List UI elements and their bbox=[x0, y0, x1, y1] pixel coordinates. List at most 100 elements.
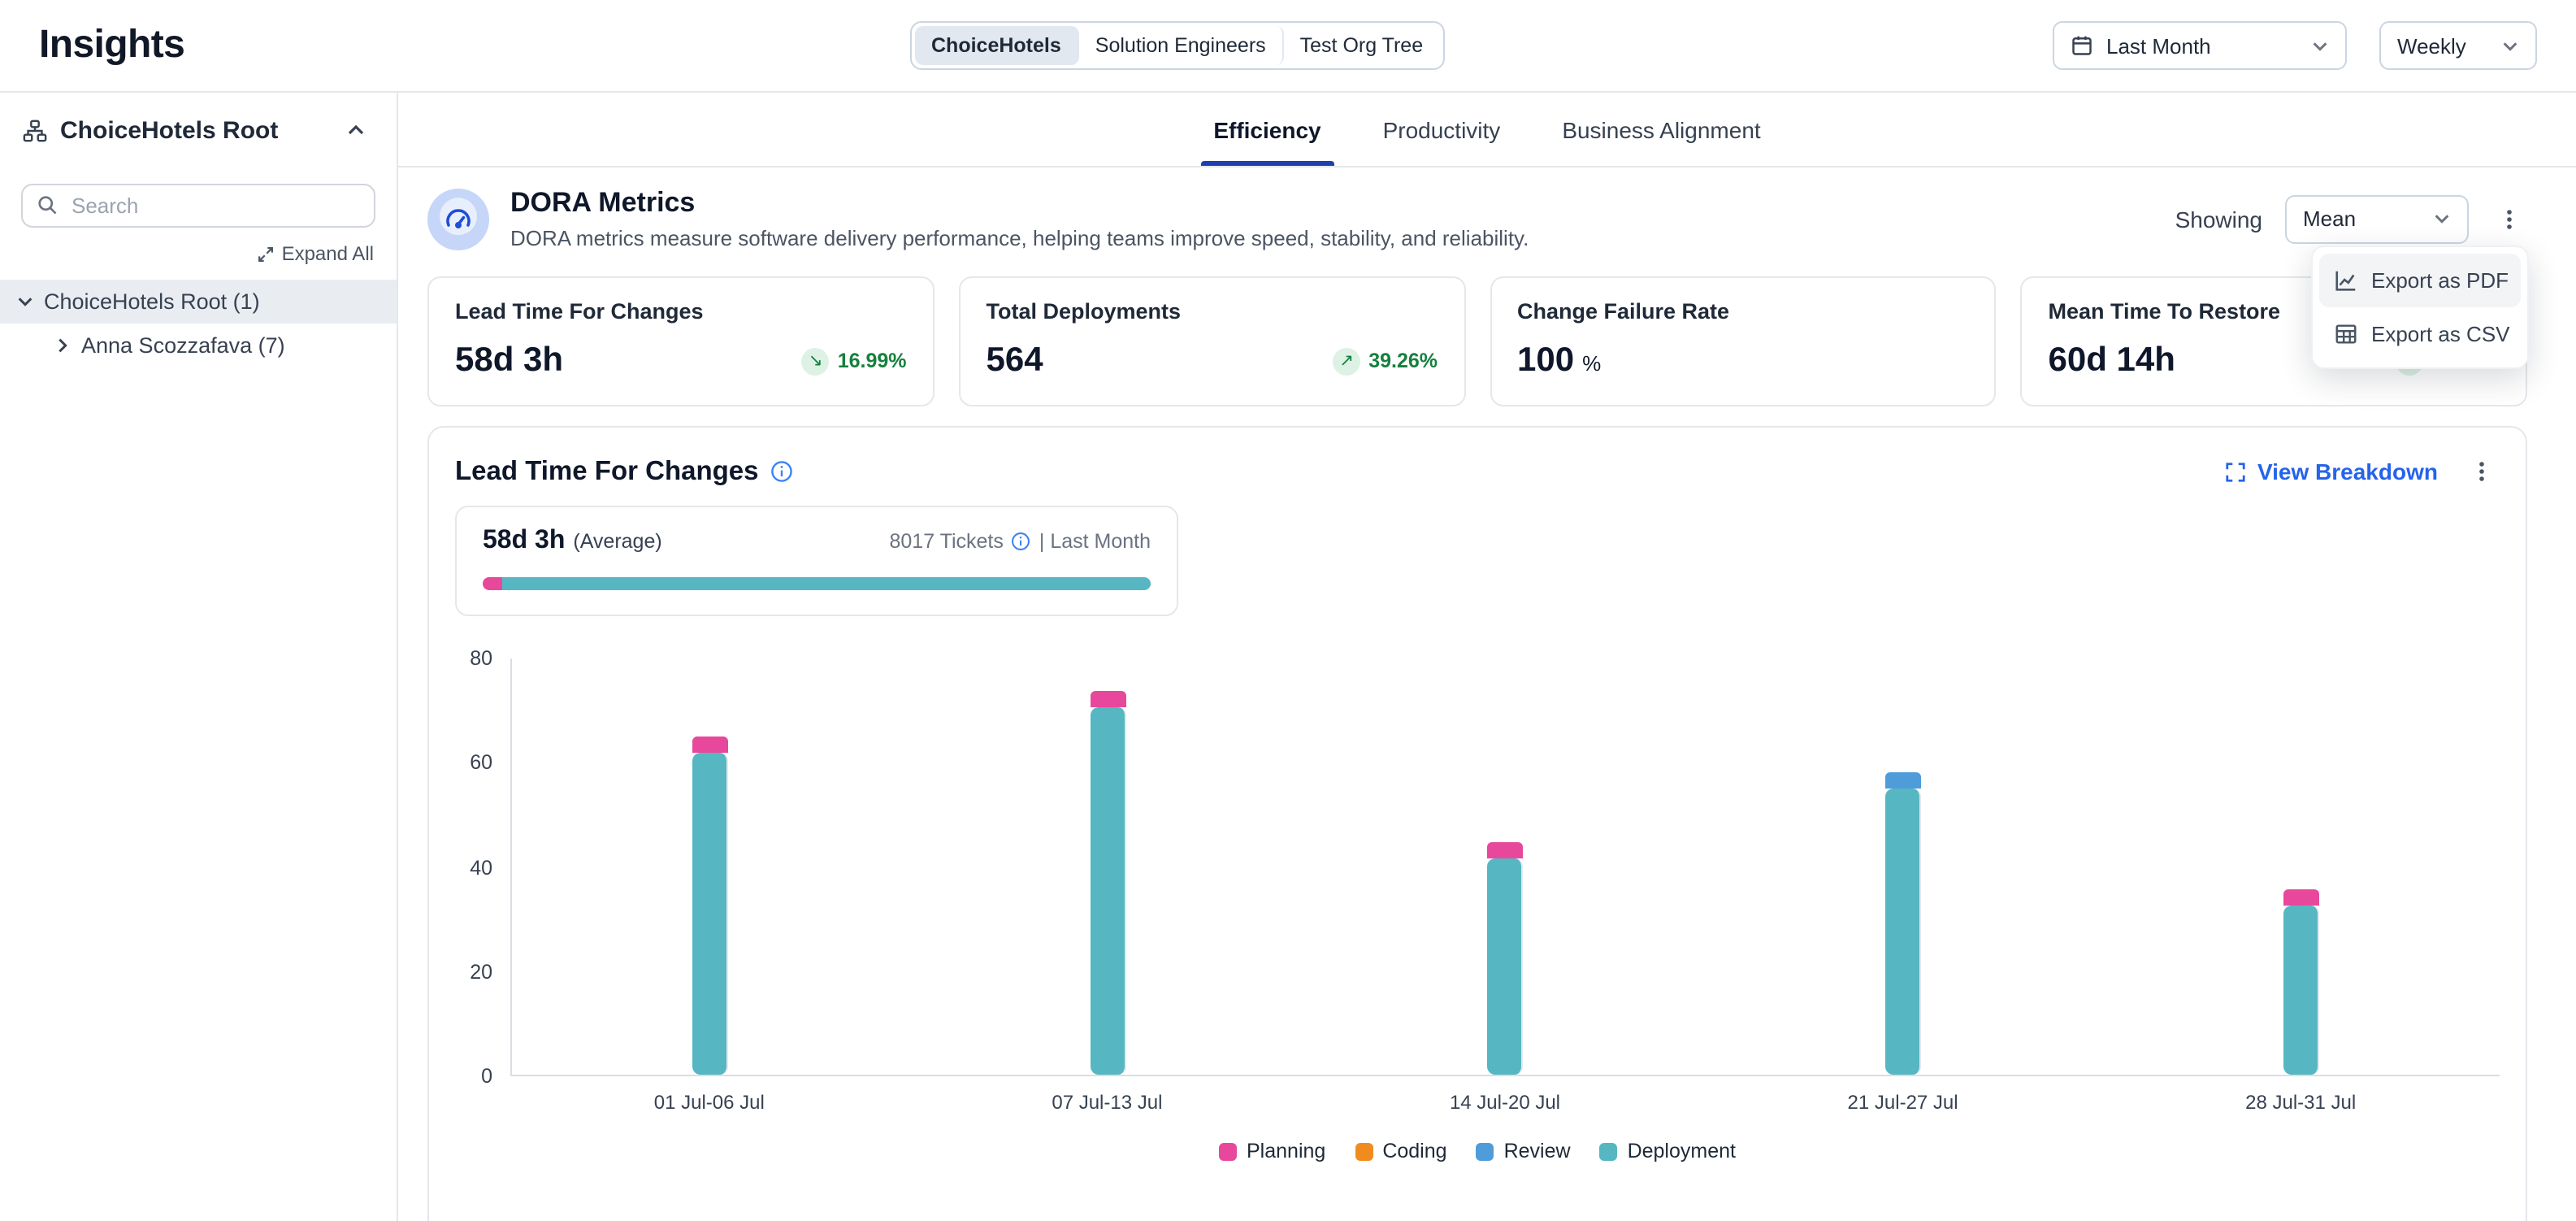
menu-item-label: Export as CSV bbox=[2371, 322, 2510, 346]
expand-all-button[interactable]: Expand All bbox=[0, 231, 397, 273]
summary-period: | Last Month bbox=[1039, 530, 1151, 553]
delta-value: 39.26% bbox=[1368, 350, 1438, 372]
bar-segment-deployment[interactable] bbox=[1091, 708, 1126, 1075]
bar-segment-deployment[interactable] bbox=[1885, 789, 1921, 1075]
chevron-down-icon bbox=[2433, 210, 2451, 228]
org-tab-solution-engineers[interactable]: Solution Engineers bbox=[1079, 26, 1284, 65]
stacked-bar[interactable] bbox=[693, 658, 729, 1075]
lead-time-summary-card: 58d 3h (Average) 8017 Tickets | Last Mon… bbox=[455, 506, 1178, 616]
x-axis-label: 14 Jul-20 Jul bbox=[1306, 1091, 1704, 1114]
sidebar-search bbox=[21, 184, 375, 228]
dora-description: DORA metrics measure software delivery p… bbox=[510, 226, 1529, 250]
metric-card-title: Change Failure Rate bbox=[1517, 299, 1969, 324]
org-tab-test-org-tree[interactable]: Test Org Tree bbox=[1284, 26, 1439, 65]
tree-item-child[interactable]: Anna Scozzafava (7) bbox=[0, 324, 397, 367]
legend-swatch bbox=[1355, 1142, 1373, 1160]
metric-card-unit: % bbox=[1582, 351, 1601, 376]
bar-segment-planning[interactable] bbox=[2283, 889, 2318, 906]
lead-time-section: Lead Time For Changes View Breakdown bbox=[427, 426, 2527, 1221]
chart-legend: Planning Coding Review Deployment bbox=[455, 1140, 2500, 1162]
org-sidebar: ChoiceHotels Root Expand All bbox=[0, 93, 398, 1221]
menu-item-export-as-pdf[interactable]: Export as PDF bbox=[2319, 254, 2521, 307]
org-tab-choicehotels[interactable]: ChoiceHotels bbox=[915, 26, 1079, 65]
arrow-down-right-icon: ↘ bbox=[802, 347, 830, 375]
y-tick-label: 80 bbox=[470, 647, 492, 670]
legend-label: Deployment bbox=[1628, 1140, 1736, 1162]
stacked-bar[interactable] bbox=[2283, 658, 2318, 1075]
dora-controls: Showing Mean bbox=[2175, 194, 2527, 243]
aggregation-value: Mean bbox=[2303, 206, 2356, 231]
chart-icon bbox=[2334, 268, 2358, 293]
metric-card-title: Lead Time For Changes bbox=[455, 299, 907, 324]
metric-card-value: 60d 14h bbox=[2049, 341, 2175, 380]
y-tick-label: 20 bbox=[470, 961, 492, 984]
legend-item-planning[interactable]: Planning bbox=[1219, 1140, 1325, 1162]
metric-card-delta: ↗39.26% bbox=[1333, 347, 1438, 375]
tree-item-root[interactable]: ChoiceHotels Root (1) bbox=[0, 280, 397, 324]
progress-segment-planning bbox=[483, 577, 503, 590]
bar-segment-review[interactable] bbox=[1885, 772, 1921, 789]
granularity-select[interactable]: Weekly bbox=[2379, 21, 2537, 70]
stacked-bar[interactable] bbox=[1488, 658, 1524, 1075]
x-axis-label: 28 Jul-31 Jul bbox=[2101, 1091, 2500, 1114]
bar-segment-deployment[interactable] bbox=[2283, 906, 2318, 1075]
dora-title: DORA Metrics bbox=[510, 187, 1529, 219]
view-tabs: EfficiencyProductivityBusiness Alignment bbox=[398, 93, 2576, 167]
metric-cards: Lead Time For Changes58d 3h↘16.99%Total … bbox=[427, 276, 2527, 406]
chevron-right-icon[interactable] bbox=[54, 337, 72, 354]
legend-item-deployment[interactable]: Deployment bbox=[1600, 1140, 1736, 1162]
dora-kebab-menu-button[interactable] bbox=[2491, 201, 2527, 237]
metric-card-total-deployments: Total Deployments564↗39.26% bbox=[959, 276, 1466, 406]
metric-card-value: 100% bbox=[1517, 341, 1601, 380]
metric-card-value: 564 bbox=[987, 341, 1043, 380]
tab-business-alignment[interactable]: Business Alignment bbox=[1536, 93, 1786, 166]
y-tick-label: 60 bbox=[470, 752, 492, 775]
bar-group-2 bbox=[909, 658, 1307, 1075]
dora-title-block: DORA Metrics DORA metrics measure softwa… bbox=[510, 187, 1529, 250]
summary-value: 58d 3h bbox=[483, 527, 565, 556]
collapse-sidebar-button[interactable] bbox=[338, 112, 374, 148]
menu-item-export-as-csv[interactable]: Export as CSV bbox=[2319, 307, 2521, 361]
calendar-icon bbox=[2071, 34, 2093, 57]
lead-time-kebab-menu-button[interactable] bbox=[2464, 454, 2500, 489]
legend-item-coding[interactable]: Coding bbox=[1355, 1140, 1446, 1162]
chevron-down-icon bbox=[2311, 37, 2329, 54]
tab-productivity[interactable]: Productivity bbox=[1357, 93, 1527, 166]
metric-card-lead-time-for-changes: Lead Time For Changes58d 3h↘16.99% bbox=[427, 276, 935, 406]
expand-all-label: Expand All bbox=[282, 242, 374, 265]
bar-group-1 bbox=[512, 658, 909, 1075]
org-tree: ChoiceHotels Root (1) Anna Scozzafava (7… bbox=[0, 280, 397, 367]
bar-segment-planning[interactable] bbox=[1091, 692, 1126, 708]
org-tree-icon bbox=[23, 118, 47, 142]
aggregation-select[interactable]: Mean bbox=[2285, 194, 2469, 243]
bar-segment-deployment[interactable] bbox=[1488, 858, 1524, 1075]
chevron-down-icon[interactable] bbox=[16, 293, 34, 311]
legend-swatch bbox=[1600, 1142, 1618, 1160]
delta-value: 16.99% bbox=[838, 350, 907, 372]
info-icon[interactable] bbox=[1012, 532, 1031, 551]
search-input[interactable] bbox=[21, 184, 375, 228]
tab-efficiency[interactable]: Efficiency bbox=[1187, 93, 1347, 166]
showing-label: Showing bbox=[2175, 206, 2262, 232]
stacked-bar[interactable] bbox=[1885, 658, 1921, 1075]
metric-card-change-failure-rate: Change Failure Rate 100% bbox=[1490, 276, 1997, 406]
stacked-bar[interactable] bbox=[1091, 658, 1126, 1075]
tickets-count: 8017 Tickets bbox=[890, 530, 1004, 553]
bar-segment-planning[interactable] bbox=[1488, 842, 1524, 858]
chevron-down-icon bbox=[2501, 37, 2519, 54]
x-axis-label: 01 Jul-06 Jul bbox=[510, 1091, 909, 1114]
y-tick-label: 40 bbox=[470, 856, 492, 879]
chart-x-labels: 01 Jul-06 Jul07 Jul-13 Jul14 Jul-20 Jul2… bbox=[510, 1091, 2500, 1114]
search-icon bbox=[36, 193, 59, 216]
view-breakdown-button[interactable]: View Breakdown bbox=[2225, 458, 2438, 484]
bar-segment-deployment[interactable] bbox=[693, 752, 729, 1075]
top-bar: Insights ChoiceHotelsSolution EngineersT… bbox=[0, 0, 2576, 93]
legend-item-review[interactable]: Review bbox=[1477, 1140, 1571, 1162]
bar-segment-planning[interactable] bbox=[693, 736, 729, 752]
view-breakdown-label: View Breakdown bbox=[2257, 458, 2438, 484]
info-icon[interactable] bbox=[770, 460, 793, 483]
sidebar-root-title: ChoiceHotels Root bbox=[60, 116, 325, 144]
date-range-select[interactable]: Last Month bbox=[2053, 21, 2347, 70]
summary-qualifier: (Average) bbox=[573, 530, 661, 553]
legend-label: Review bbox=[1504, 1140, 1571, 1162]
